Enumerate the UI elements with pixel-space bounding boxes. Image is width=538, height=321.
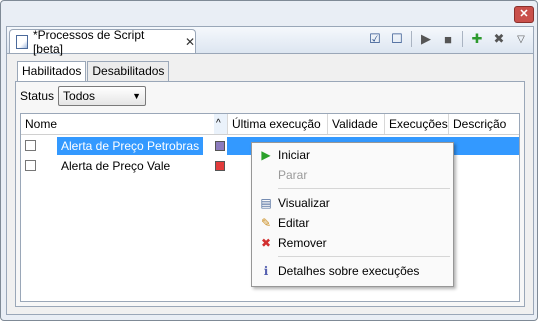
column-header-validade[interactable]: Validade bbox=[328, 114, 385, 134]
document-icon: ▤ bbox=[260, 196, 272, 210]
status-filter-row: Status Todos ▼ bbox=[20, 86, 147, 106]
script-document-icon bbox=[16, 34, 28, 49]
editor-tabbar: *Processos de Script [beta] ✕ ☑ ☐ ▶ ■ ✚ … bbox=[7, 27, 533, 56]
empty-icon-slot bbox=[258, 167, 274, 183]
remove-icon[interactable]: ✖ bbox=[491, 31, 507, 47]
remove-icon: ✖ bbox=[260, 236, 272, 250]
menu-item-detalhes[interactable]: ℹ Detalhes sobre execuções bbox=[254, 261, 450, 281]
tab-desabilitados[interactable]: Desabilitados bbox=[87, 61, 170, 82]
column-header-execucoes[interactable]: Execuções bbox=[385, 114, 449, 134]
toolbar-separator bbox=[411, 31, 412, 47]
menu-item-visualizar[interactable]: ▤ Visualizar bbox=[254, 193, 450, 213]
status-label: Status bbox=[20, 89, 55, 103]
menu-separator bbox=[278, 256, 450, 257]
info-icon: ℹ bbox=[263, 264, 269, 278]
row-color-swatch bbox=[215, 161, 225, 171]
menu-separator bbox=[278, 188, 450, 189]
tab-habilitados[interactable]: Habilitados bbox=[17, 61, 87, 83]
row-checkbox[interactable] bbox=[25, 140, 36, 151]
table-header: Nome ^ Última execução Validade Execuçõe… bbox=[21, 114, 519, 135]
column-header-nome[interactable]: Nome bbox=[21, 114, 214, 134]
row-name: Alerta de Preço Petrobras bbox=[57, 137, 204, 155]
menu-item-editar[interactable]: ✎ Editar bbox=[254, 213, 450, 233]
view-menu-icon[interactable]: ▽ bbox=[513, 31, 529, 47]
window-close-button[interactable]: ✕ bbox=[514, 6, 534, 23]
menu-item-parar[interactable]: Parar bbox=[254, 165, 450, 185]
status-select-value: Todos bbox=[63, 89, 96, 103]
editor-tab[interactable]: *Processos de Script [beta] ✕ bbox=[9, 27, 196, 56]
context-menu: ▶ Iniciar Parar ▤ Visualizar ✎ Editar ✖ … bbox=[251, 142, 454, 287]
checkbox-checked-icon[interactable]: ☑ bbox=[367, 31, 383, 47]
row-checkbox[interactable] bbox=[25, 160, 36, 171]
play-icon: ▶ bbox=[261, 148, 271, 162]
editor-tab-title: *Processos de Script [beta] bbox=[32, 27, 145, 56]
menu-item-iniciar[interactable]: ▶ Iniciar bbox=[254, 145, 450, 165]
edit-icon: ✎ bbox=[260, 216, 272, 230]
row-color-swatch bbox=[215, 141, 225, 151]
column-header-ultima-execucao[interactable]: Última execução bbox=[228, 114, 328, 134]
menu-item-remover[interactable]: ✖ Remover bbox=[254, 233, 450, 253]
toolbar: ☑ ☐ ▶ ■ ✚ ✖ ▽ bbox=[367, 31, 529, 47]
menu-item-label: Parar bbox=[278, 168, 308, 182]
row-name: Alerta de Preço Vale bbox=[61, 159, 171, 173]
play-icon[interactable]: ▶ bbox=[418, 31, 434, 47]
stop-icon[interactable]: ■ bbox=[440, 31, 456, 47]
menu-item-label: Editar bbox=[278, 216, 310, 230]
status-select[interactable]: Todos ▼ bbox=[58, 86, 147, 106]
menu-item-label: Iniciar bbox=[278, 148, 311, 162]
chevron-down-icon: ▼ bbox=[132, 91, 142, 101]
menu-item-label: Detalhes sobre execuções bbox=[278, 264, 420, 278]
sort-arrow-icon[interactable]: ^ bbox=[214, 114, 228, 134]
column-header-descricao[interactable]: Descrição bbox=[449, 114, 519, 134]
menu-item-label: Remover bbox=[278, 236, 327, 250]
tab-close-icon[interactable]: ✕ bbox=[185, 35, 195, 49]
menu-item-label: Visualizar bbox=[278, 196, 330, 210]
checkbox-empty-icon[interactable]: ☐ bbox=[389, 31, 405, 47]
toolbar-separator bbox=[462, 31, 463, 47]
subtabs: Habilitados Desabilitados bbox=[17, 61, 170, 83]
add-icon[interactable]: ✚ bbox=[469, 31, 485, 47]
